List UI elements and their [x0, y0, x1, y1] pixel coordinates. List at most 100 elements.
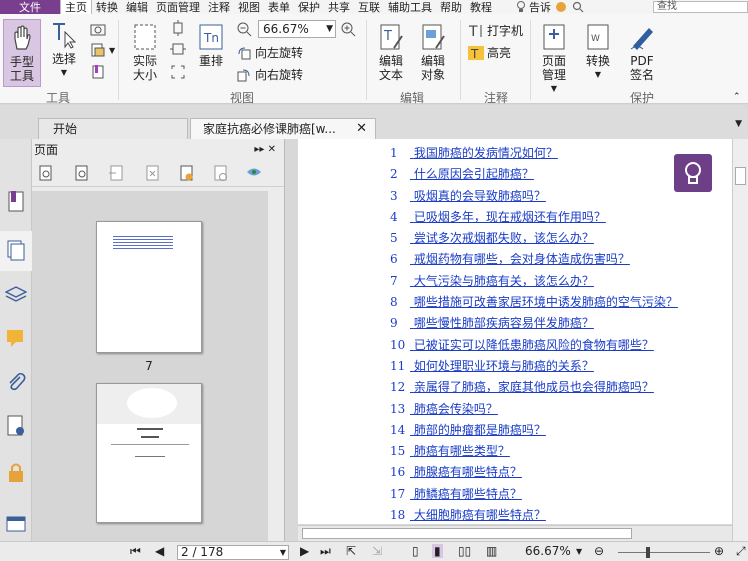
toc-item[interactable]: 10 已被证实可以降低患肺癌风险的食物有哪些？: [390, 335, 730, 356]
highlight-button[interactable]: T 高亮: [468, 44, 511, 61]
next-view-icon[interactable]: ⇲: [372, 544, 382, 558]
convert-button[interactable]: W 转换 ▼: [580, 22, 616, 82]
rotate-right-button[interactable]: 向右旋转: [236, 66, 303, 83]
page-thumbnail[interactable]: [96, 383, 202, 523]
comments-icon[interactable]: [5, 327, 27, 349]
tab-start[interactable]: 开始: [38, 118, 188, 139]
toc-item[interactable]: 18 大细胞肺癌有哪些特点？: [390, 505, 730, 524]
menu-convert[interactable]: 转换: [92, 0, 122, 15]
zoom-in-icon[interactable]: ⊕: [714, 544, 724, 558]
next-page-icon[interactable]: ▶: [300, 544, 309, 558]
toc-item[interactable]: 7 大气污染与肺癌有关，该怎么办？: [390, 271, 730, 292]
toc-item[interactable]: 12 亲属得了肺癌，家庭其他成员也会得肺癌吗？: [390, 377, 730, 398]
edit-object-button[interactable]: 编辑 对象: [414, 22, 452, 82]
fit-visible-button[interactable]: [170, 64, 186, 80]
rotate-left-button[interactable]: 向左旋转: [236, 44, 303, 61]
menu-connect[interactable]: 互联: [354, 0, 384, 15]
toc-item[interactable]: 4 已吸烟多年，现在戒烟还有作用吗？: [390, 207, 730, 228]
form-fields-icon[interactable]: [5, 513, 27, 535]
toc-item[interactable]: 15 肺癌有哪些类型？: [390, 441, 730, 462]
fullscreen-icon[interactable]: ⤢: [736, 544, 746, 559]
menu-protect[interactable]: 保护: [294, 0, 324, 15]
tabs-dropdown-icon[interactable]: ▼: [735, 119, 742, 129]
page-number-input[interactable]: 2 / 178 ▼: [177, 545, 289, 560]
add-page-icon[interactable]: [178, 165, 194, 181]
last-page-icon[interactable]: ⏭: [320, 544, 331, 559]
toc-item[interactable]: 9 哪些慢性肺部疾病容易伴发肺癌？: [390, 313, 730, 334]
page-manage-button[interactable]: 页面 管理 ▼: [536, 22, 572, 96]
menu-share[interactable]: 共享: [324, 0, 354, 15]
pdf-sign-button[interactable]: PDF 签名: [624, 22, 660, 82]
previous-view-icon[interactable]: ⇱: [346, 544, 356, 558]
select-tool-button[interactable]: 选择 ▼: [48, 20, 80, 80]
fit-page-button[interactable]: [170, 20, 186, 36]
remove-page-icon[interactable]: [212, 165, 228, 181]
toc-item[interactable]: 14 肺部的肿瘤都是肺癌吗？: [390, 420, 730, 441]
facing-page-icon[interactable]: ▯▯: [458, 544, 471, 558]
pages-icon: [7, 240, 25, 261]
zoom-out-page-icon[interactable]: [74, 165, 90, 181]
toc-item[interactable]: 6 戒烟药物有哪些，会对身体造成伤害吗？: [390, 249, 730, 270]
actual-size-button[interactable]: 实际 大小: [128, 22, 162, 82]
zoom-level[interactable]: 66.67%: [525, 544, 571, 558]
menu-view[interactable]: 视图: [234, 0, 264, 15]
menu-comment[interactable]: 注释: [204, 0, 234, 15]
zoom-out-button[interactable]: [236, 21, 252, 37]
menu-page-manage[interactable]: 页面管理: [152, 0, 204, 15]
bookmarks-icon[interactable]: [5, 191, 27, 213]
zoom-out-icon[interactable]: ⊖: [594, 544, 604, 558]
menu-help[interactable]: 帮助: [436, 0, 466, 15]
search-input[interactable]: 查找: [653, 1, 748, 13]
toc-item[interactable]: 8 哪些措施可改善家居环境中诱发肺癌的空气污染？: [390, 292, 730, 313]
menu-accessibility[interactable]: 辅助工具: [384, 0, 436, 15]
hand-tool-button[interactable]: 手型 工具: [3, 19, 41, 87]
collapse-ribbon-icon[interactable]: ⌃: [733, 92, 741, 102]
menu-bar: 文件 主页 转换 编辑 页面管理 注释 视图 表单 保护 共享 互联 辅助工具 …: [0, 0, 748, 16]
zoom-select[interactable]: 66.67% ▼: [258, 20, 336, 38]
reflow-button[interactable]: Tn 重排: [196, 22, 226, 68]
panel-splitter[interactable]: [284, 139, 298, 541]
pages-panel-tab[interactable]: [0, 231, 32, 271]
menu-edit[interactable]: 编辑: [122, 0, 152, 15]
tell-me[interactable]: 告诉: [516, 0, 585, 15]
lock-icon[interactable]: [5, 461, 27, 483]
zoom-page-icon[interactable]: [38, 165, 54, 181]
page-thumbnail[interactable]: [96, 221, 202, 353]
attachment-icon[interactable]: [5, 371, 27, 393]
tab-document[interactable]: 家庭抗癌必修课肺癌[w... ✕: [190, 118, 376, 139]
ribbon-separator: [366, 20, 367, 100]
toc-item[interactable]: 5 尝试多次戒烟都失败，该怎么办？: [390, 228, 730, 249]
fit-width-icon: [170, 43, 186, 55]
prev-page-icon[interactable]: ◀: [155, 544, 164, 558]
zoom-in-button[interactable]: [340, 21, 356, 37]
menu-form[interactable]: 表单: [264, 0, 294, 15]
document-scrollbar[interactable]: [732, 139, 748, 541]
bookmark-button[interactable]: [90, 64, 106, 80]
file-menu[interactable]: 文件: [0, 0, 60, 14]
delete-page-icon[interactable]: [144, 165, 160, 181]
toc-item[interactable]: 17 肺鳞癌有哪些特点？: [390, 484, 730, 505]
menu-tutorial[interactable]: 教程: [466, 0, 496, 15]
continuous-page-icon[interactable]: ▮: [432, 544, 443, 558]
layers-icon[interactable]: [5, 283, 27, 305]
edit-text-button[interactable]: T 编辑 文本: [374, 22, 408, 82]
panel-controls[interactable]: ▸▸ ✕: [254, 139, 276, 161]
zoom-slider[interactable]: [618, 547, 710, 558]
fit-width-button[interactable]: [170, 41, 186, 57]
tips-button[interactable]: [674, 154, 712, 192]
toc-item[interactable]: 13 肺癌会传染吗？: [390, 399, 730, 420]
page-properties-icon[interactable]: [246, 165, 262, 181]
signature-panel-icon[interactable]: [5, 415, 27, 437]
clipboard-button[interactable]: ▼: [90, 42, 115, 58]
horizontal-scrollbar[interactable]: [298, 525, 732, 541]
chevron-down-icon[interactable]: ▼: [576, 547, 582, 556]
typewriter-button[interactable]: T 打字机: [468, 22, 523, 39]
close-icon[interactable]: ✕: [356, 119, 367, 139]
toc-item[interactable]: 11 如何处理职业环境与肺癌的关系？: [390, 356, 730, 377]
insert-page-icon[interactable]: [108, 165, 124, 181]
single-page-icon[interactable]: ▯: [412, 544, 419, 558]
snapshot-button[interactable]: [90, 22, 106, 36]
first-page-icon[interactable]: ⏮: [130, 544, 141, 559]
toc-item[interactable]: 16 肺腺癌有哪些特点？: [390, 462, 730, 483]
continuous-facing-icon[interactable]: ▥: [486, 544, 497, 558]
